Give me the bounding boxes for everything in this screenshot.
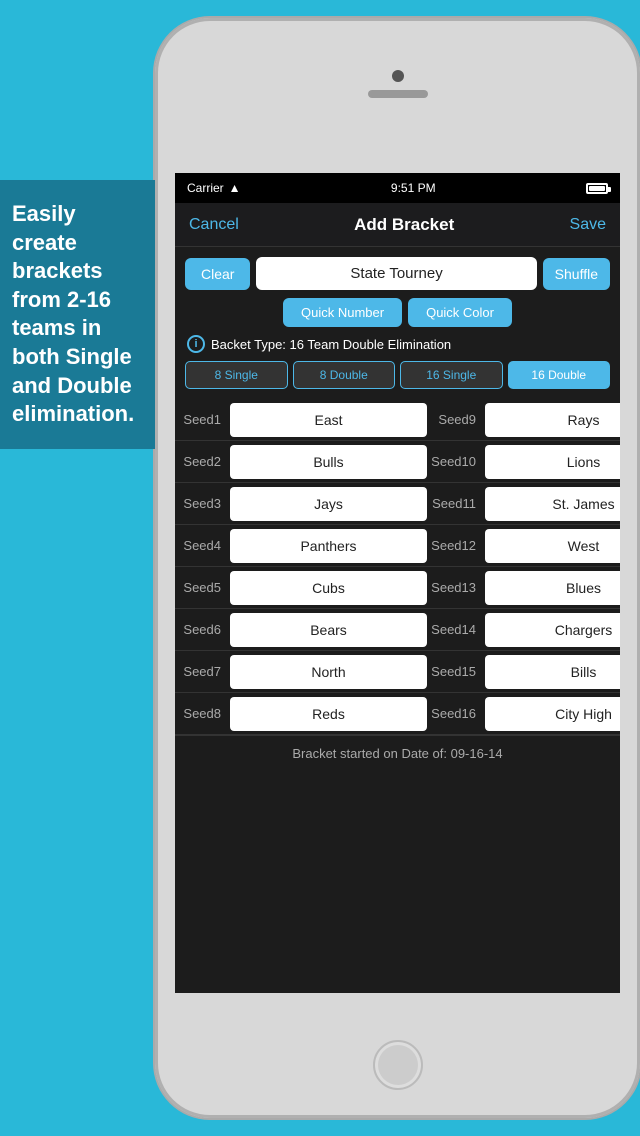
phone-screen: Carrier ▲ 9:51 PM Cancel Add Bracket Sav… xyxy=(175,173,620,993)
tourney-name-input[interactable] xyxy=(256,257,536,290)
info-icon[interactable]: i xyxy=(187,335,205,353)
wifi-icon: ▲ xyxy=(229,181,241,195)
seed-row-seed2: Seed2 xyxy=(175,441,430,483)
seed-input-seed7[interactable] xyxy=(230,655,427,689)
status-bar: Carrier ▲ 9:51 PM xyxy=(175,173,620,203)
seed-row-seed16: Seed16 xyxy=(430,693,620,735)
phone-shell: Carrier ▲ 9:51 PM Cancel Add Bracket Sav… xyxy=(155,18,640,1118)
time-display: 9:51 PM xyxy=(391,181,436,195)
seed-row-seed14: Seed14 xyxy=(430,609,620,651)
seed-label: Seed4 xyxy=(175,538,227,553)
top-buttons-row: Clear Shuffle xyxy=(185,257,610,290)
seed-row-seed10: Seed10 xyxy=(430,441,620,483)
cancel-button[interactable]: Cancel xyxy=(189,216,239,234)
seed-row-seed1: Seed1 xyxy=(175,399,430,441)
bracket-type-row: i Backet Type: 16 Team Double Eliminatio… xyxy=(185,335,610,353)
seed-row-seed7: Seed7 xyxy=(175,651,430,693)
bracket-type-label: Backet Type: 16 Team Double Elimination xyxy=(211,337,451,352)
seed-row-seed6: Seed6 xyxy=(175,609,430,651)
carrier-text: Carrier xyxy=(187,181,224,195)
bracket-option-8-single[interactable]: 8 Single xyxy=(185,361,288,389)
speaker xyxy=(368,90,428,98)
page-title: Add Bracket xyxy=(354,215,454,235)
nav-bar: Cancel Add Bracket Save xyxy=(175,203,620,247)
seed-label: Seed13 xyxy=(430,580,482,595)
seed-label: Seed8 xyxy=(175,706,227,721)
seed-row-seed12: Seed12 xyxy=(430,525,620,567)
seed-input-seed5[interactable] xyxy=(230,571,427,605)
camera xyxy=(392,70,404,82)
seed-row-seed9: Seed9 xyxy=(430,399,620,441)
carrier-label: Carrier ▲ xyxy=(187,181,241,195)
quick-number-button[interactable]: Quick Number xyxy=(283,298,402,327)
seed-label: Seed6 xyxy=(175,622,227,637)
quick-buttons-row: Quick Number Quick Color xyxy=(185,298,610,327)
seed-label: Seed3 xyxy=(175,496,227,511)
seed-input-seed9[interactable] xyxy=(485,403,620,437)
seed-label: Seed5 xyxy=(175,580,227,595)
seed-input-seed6[interactable] xyxy=(230,613,427,647)
quick-color-button[interactable]: Quick Color xyxy=(408,298,512,327)
seed-input-seed8[interactable] xyxy=(230,697,427,731)
footer-text: Bracket started on Date of: 09-16-14 xyxy=(292,746,502,761)
seed-input-seed13[interactable] xyxy=(485,571,620,605)
seed-row-seed8: Seed8 xyxy=(175,693,430,735)
bracket-option-16-single[interactable]: 16 Single xyxy=(400,361,503,389)
seed-row-seed5: Seed5 xyxy=(175,567,430,609)
seed-label: Seed1 xyxy=(175,412,227,427)
seed-label: Seed10 xyxy=(430,454,482,469)
seed-input-seed11[interactable] xyxy=(485,487,620,521)
home-button[interactable] xyxy=(373,1040,423,1090)
seed-input-seed14[interactable] xyxy=(485,613,620,647)
bracket-option-8-double[interactable]: 8 Double xyxy=(293,361,396,389)
seed-label: Seed9 xyxy=(430,412,482,427)
seed-input-seed2[interactable] xyxy=(230,445,427,479)
footer: Bracket started on Date of: 09-16-14 xyxy=(175,735,620,771)
seed-label: Seed11 xyxy=(430,496,482,511)
seed-label: Seed16 xyxy=(430,706,482,721)
seeds-table: Seed1 Seed9 Seed2 Seed10 Seed3 Seed11 Se… xyxy=(175,399,620,735)
content-area: Clear Shuffle Quick Number Quick Color i… xyxy=(175,247,620,389)
save-button[interactable]: Save xyxy=(570,216,606,234)
seed-label: Seed2 xyxy=(175,454,227,469)
seed-input-seed3[interactable] xyxy=(230,487,427,521)
seed-input-seed12[interactable] xyxy=(485,529,620,563)
left-panel-text: Easily create brackets from 2-16 teams i… xyxy=(12,201,134,426)
seed-input-seed15[interactable] xyxy=(485,655,620,689)
seed-input-seed4[interactable] xyxy=(230,529,427,563)
shuffle-button[interactable]: Shuffle xyxy=(543,258,610,290)
seed-row-seed13: Seed13 xyxy=(430,567,620,609)
seed-row-seed11: Seed11 xyxy=(430,483,620,525)
seed-input-seed16[interactable] xyxy=(485,697,620,731)
bracket-selector: 8 Single8 Double16 Single16 Double xyxy=(185,361,610,389)
seed-row-seed15: Seed15 xyxy=(430,651,620,693)
battery-icon xyxy=(586,183,608,194)
seed-label: Seed7 xyxy=(175,664,227,679)
seed-row-seed3: Seed3 xyxy=(175,483,430,525)
clear-button[interactable]: Clear xyxy=(185,258,250,290)
left-panel: Easily create brackets from 2-16 teams i… xyxy=(0,180,155,449)
seed-input-seed10[interactable] xyxy=(485,445,620,479)
bracket-option-16-double[interactable]: 16 Double xyxy=(508,361,611,389)
seed-label: Seed14 xyxy=(430,622,482,637)
seed-row-seed4: Seed4 xyxy=(175,525,430,567)
seed-label: Seed12 xyxy=(430,538,482,553)
seed-label: Seed15 xyxy=(430,664,482,679)
seed-input-seed1[interactable] xyxy=(230,403,427,437)
